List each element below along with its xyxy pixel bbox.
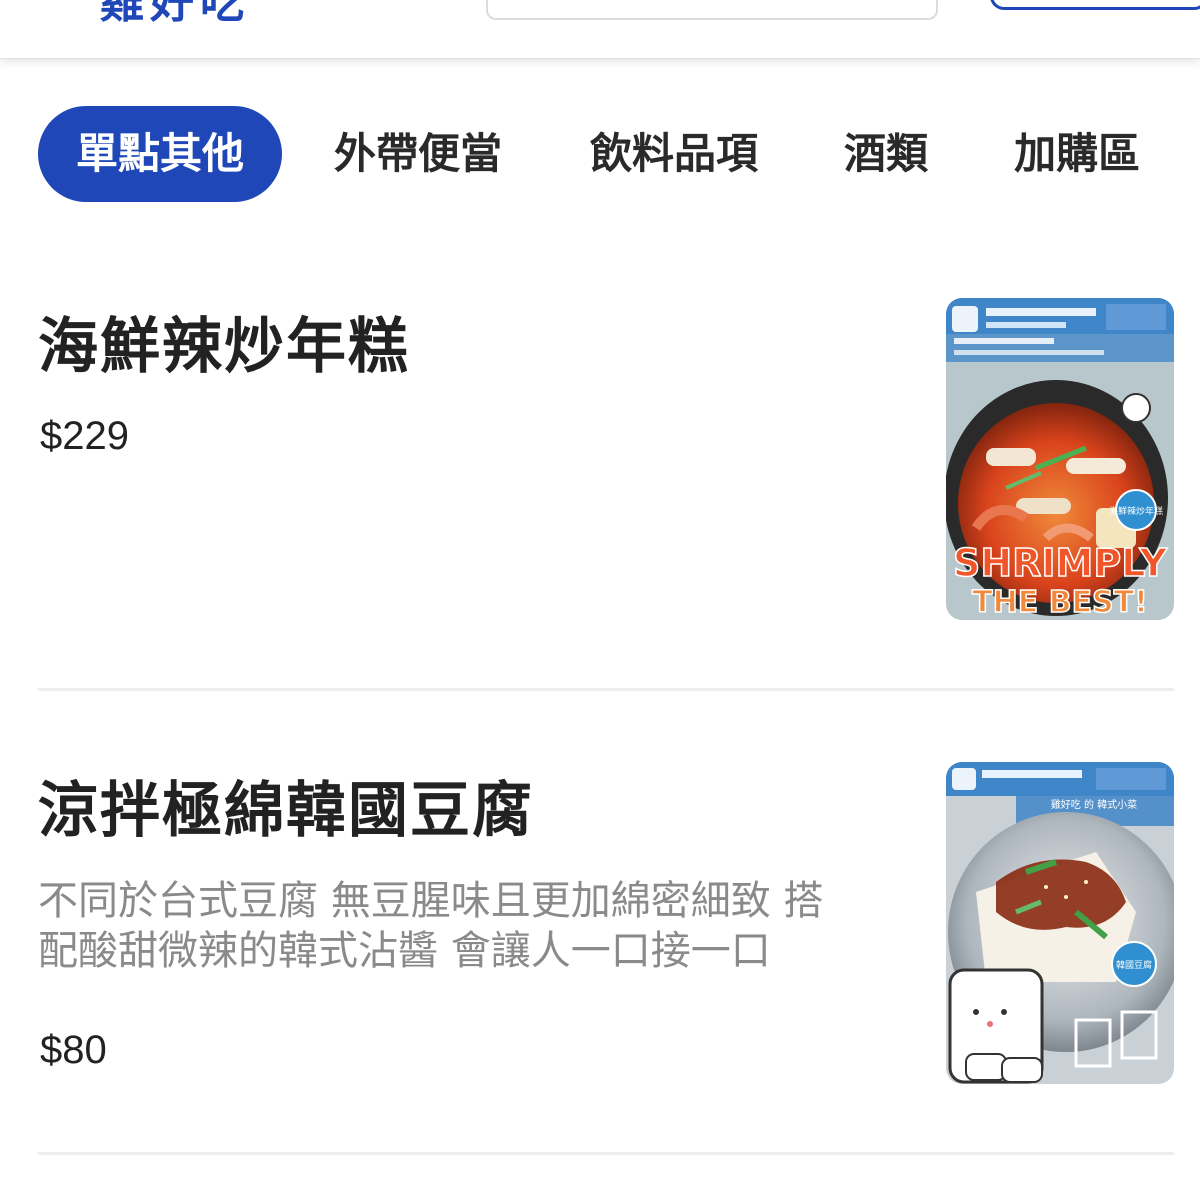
photo-overlay-line2: THE BEST! [972, 585, 1148, 620]
category-tabs: 單點其他 外帶便當 飲料品項 酒類 加購區 [38, 106, 1140, 202]
tab-single-items[interactable]: 單點其他 [38, 106, 283, 202]
item-name: 海鮮辣炒年糕 [38, 312, 410, 382]
item-divider [38, 688, 1174, 691]
top-header: 雞好吃 [0, 0, 1200, 59]
photo-overlay-line1: SHRIMPLY [953, 541, 1168, 585]
item-divider [38, 1152, 1174, 1155]
photo-badge: 海鮮辣炒年糕 [1109, 505, 1163, 517]
item-price: $229 [40, 414, 129, 458]
photo-badge: 韓國豆腐 [1116, 959, 1152, 971]
item-price: $80 [40, 1028, 107, 1072]
item-photo[interactable]: 海鮮辣炒年糕 SHRIMPLY THE BEST! [946, 298, 1174, 620]
tab-add-ons[interactable]: 加購區 [974, 106, 1140, 202]
search-input[interactable] [486, 0, 938, 20]
tab-drinks[interactable]: 飲料品項 [550, 106, 798, 202]
tab-takeout-bento[interactable]: 外帶便當 [294, 106, 542, 202]
item-photo[interactable]: 雞好吃 的 韓式小菜 韓國豆腐 [946, 762, 1174, 1084]
menu-item[interactable]: 涼拌極綿韓國豆腐 不同於台式豆腐 無豆腥味且更加綿密細致 搭配酸甜微辣的韓式沾醬… [38, 762, 1174, 1092]
photo-banner: 雞好吃 的 韓式小菜 [1051, 798, 1137, 811]
header-action-button[interactable] [990, 0, 1200, 10]
menu-item[interactable]: 海鮮辣炒年糕 $229 海鮮辣炒年糕 SHRIMPLY THE BEST! [38, 298, 1174, 628]
brand-logo-text[interactable]: 雞好吃 [100, 0, 250, 30]
item-description: 不同於台式豆腐 無豆腥味且更加綿密細致 搭配酸甜微辣的韓式沾醬 會讓人一口接一口 [38, 878, 824, 974]
tab-alcohol[interactable]: 酒類 [804, 106, 968, 202]
item-name: 涼拌極綿韓國豆腐 [38, 776, 534, 846]
